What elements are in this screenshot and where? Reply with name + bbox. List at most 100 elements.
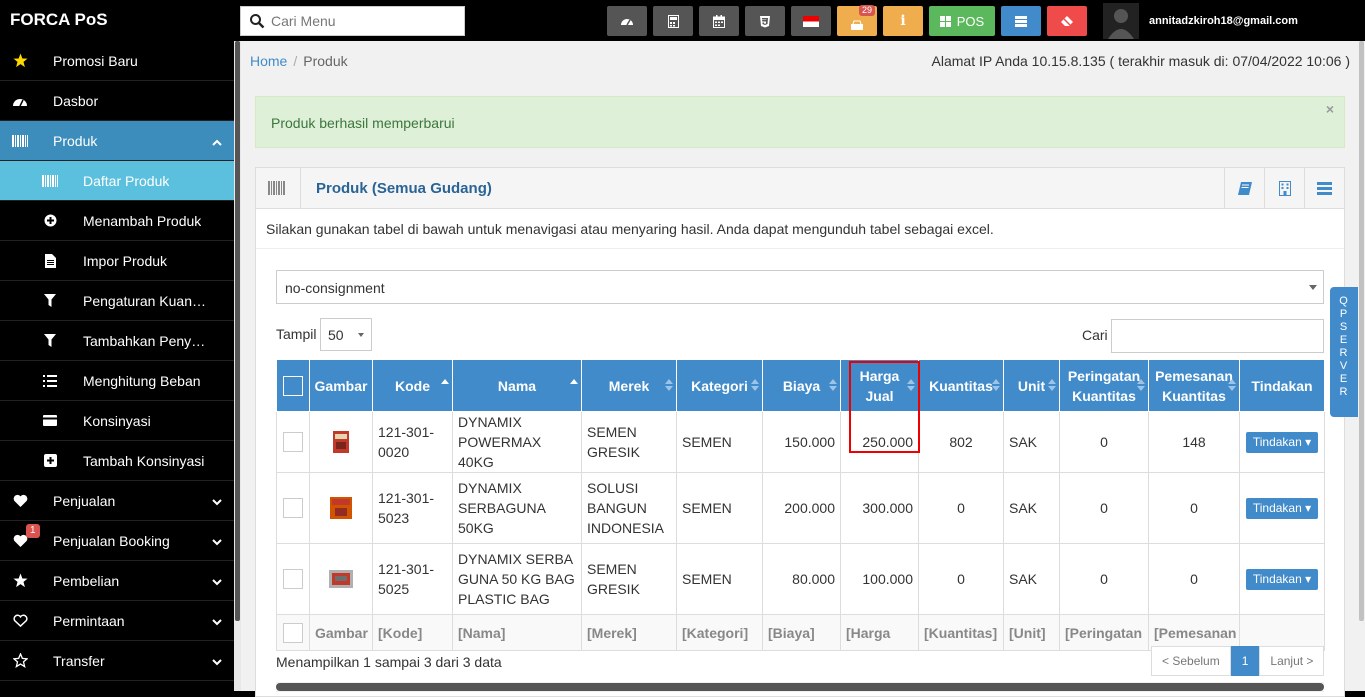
filter-unit[interactable]: [Unit] xyxy=(1003,614,1060,651)
list-button[interactable] xyxy=(1001,6,1041,36)
page-scrollbar-thumb[interactable] xyxy=(1359,41,1364,621)
col-nama-label: Nama xyxy=(497,377,537,394)
sidebar-item-pembelian[interactable]: Pembelian xyxy=(0,561,234,601)
col-kategori[interactable]: Kategori xyxy=(676,359,763,412)
book-icon xyxy=(1237,181,1252,195)
export-building-button[interactable] xyxy=(1264,168,1304,208)
sidebar-item-promosi[interactable]: Promosi Baru xyxy=(0,41,234,81)
select-all-checkbox[interactable] xyxy=(283,375,303,396)
col-tindakan: Tindakan xyxy=(1239,359,1325,412)
filter-kode[interactable]: [Kode] xyxy=(372,614,453,651)
sidebar-item-penjualan[interactable]: Penjualan xyxy=(0,481,234,521)
filter-kuantitas[interactable]: [Kuantitas] xyxy=(918,614,1004,651)
col-unit[interactable]: Unit xyxy=(1003,359,1060,412)
table-search-input[interactable] xyxy=(1111,319,1324,353)
col-biaya[interactable]: Biaya xyxy=(762,359,841,412)
col-kode[interactable]: Kode xyxy=(372,359,453,412)
sidebar-scrollbar-thumb[interactable] xyxy=(235,41,240,621)
qp-server-tab[interactable]: QP SERVER xyxy=(1330,287,1358,417)
cell-merek: SEMEN GRESIK xyxy=(581,543,677,615)
filter-kategori[interactable]: [Kategori] xyxy=(676,614,763,651)
filter-merek[interactable]: [Merek] xyxy=(581,614,677,651)
page-length-select[interactable]: 50 xyxy=(320,318,372,351)
calendar-icon xyxy=(713,14,725,28)
sidebar-item-pengaturan-kuantitas[interactable]: Pengaturan Kuantitas xyxy=(0,281,234,321)
tindakan-dropdown-button[interactable]: Tindakan ▾ xyxy=(1245,432,1319,453)
sidebar-item-produk[interactable]: Produk xyxy=(0,121,234,161)
page-1-button[interactable]: 1 xyxy=(1230,646,1260,676)
row-checkbox[interactable] xyxy=(283,432,303,452)
prev-page-button[interactable]: < Sebelum xyxy=(1151,646,1231,676)
sidebar-item-menghitung-beban[interactable]: Menghitung Beban xyxy=(0,361,234,401)
sidebar-item-penjualan-booking[interactable]: 1 Penjualan Booking xyxy=(0,521,234,561)
menu-search-input[interactable] xyxy=(271,7,461,35)
sidebar-item-tambahkan-penyesuaian[interactable]: Tambahkan Penyesuaian xyxy=(0,321,234,361)
sort-asc-icon xyxy=(441,379,449,384)
col-nama[interactable]: Nama xyxy=(452,359,582,412)
cell-peringatan: 0 xyxy=(1059,411,1149,473)
sidebar-item-tambah-konsinyasi[interactable]: Tambah Konsinyasi xyxy=(0,441,234,481)
calculator-button[interactable] xyxy=(653,6,693,36)
cell-nama: DYNAMIX POWERMAX 40KG xyxy=(452,411,582,473)
barcode-icon xyxy=(268,181,285,195)
col-kategori-label: Kategori xyxy=(691,377,748,394)
eraser-button[interactable] xyxy=(1047,6,1087,36)
user-menu[interactable]: annitadzkiroh18@gmail.com xyxy=(1103,3,1298,39)
filter-harga[interactable]: [Harga xyxy=(840,614,919,651)
product-image[interactable] xyxy=(327,494,355,522)
close-icon[interactable]: × xyxy=(1326,101,1334,117)
pos-button[interactable]: POS xyxy=(929,6,995,36)
sidebar-item-permintaan[interactable]: Permintaan xyxy=(0,601,234,641)
col-biaya-label: Biaya xyxy=(782,377,821,394)
sidebar-item-menambah-produk[interactable]: Menambah Produk xyxy=(0,201,234,241)
product-image[interactable] xyxy=(327,428,355,456)
css3-button[interactable] xyxy=(745,6,785,36)
row-checkbox[interactable] xyxy=(283,498,303,518)
col-pemesanan[interactable]: Pemesanan Kuantitas xyxy=(1148,359,1240,412)
next-page-button[interactable]: Lanjut > xyxy=(1259,646,1325,676)
top-bar: FORCA PoS 29 i POS annitadzkiroh18@gmail… xyxy=(0,0,1365,41)
filter-nama[interactable]: [Nama] xyxy=(452,614,582,651)
row-checkbox[interactable] xyxy=(283,569,303,589)
breadcrumb-home-link[interactable]: Home xyxy=(250,53,287,69)
filter-peringatan[interactable]: [Peringatan xyxy=(1059,614,1149,651)
export-list-button[interactable] xyxy=(1304,168,1344,208)
cell-biaya: 200.000 xyxy=(762,472,841,544)
brand-logo[interactable]: FORCA PoS xyxy=(10,10,108,30)
cell-peringatan: 0 xyxy=(1059,543,1149,615)
table-row: 121-301-5025 DYNAMIX SERBA GUNA 50 KG BA… xyxy=(276,543,1325,615)
building-icon xyxy=(1278,180,1291,196)
sort-icon xyxy=(751,379,759,391)
cell-kategori: SEMEN xyxy=(676,411,763,473)
col-kuantitas[interactable]: Kuantitas xyxy=(918,359,1004,412)
plus-square-icon xyxy=(42,453,58,469)
col-pemesanan-label: Pemesanan Kuantitas xyxy=(1155,367,1233,404)
tindakan-label: Tindakan xyxy=(1252,435,1302,449)
pagination: < Sebelum 1 Lanjut > xyxy=(1151,646,1325,676)
sidebar-item-transfer[interactable]: Transfer xyxy=(0,641,234,681)
tindakan-label: Tindakan xyxy=(1252,572,1302,586)
tindakan-dropdown-button[interactable]: Tindakan ▾ xyxy=(1245,498,1319,519)
notification-button[interactable]: 29 xyxy=(837,5,877,36)
sidebar-item-konsinyasi[interactable]: Konsinyasi xyxy=(0,401,234,441)
calendar-button[interactable] xyxy=(699,6,739,36)
tindakan-dropdown-button[interactable]: Tindakan ▾ xyxy=(1245,569,1319,590)
language-flag-button[interactable] xyxy=(791,6,831,36)
sidebar-item-dasbor[interactable]: Dasbor xyxy=(0,81,234,121)
filter-biaya[interactable]: [Biaya] xyxy=(762,614,841,651)
col-peringatan[interactable]: Peringatan Kuantitas xyxy=(1059,359,1149,412)
dashboard-button[interactable] xyxy=(607,6,647,36)
product-image[interactable] xyxy=(327,565,355,593)
info-button[interactable]: i xyxy=(883,6,923,36)
sidebar-item-daftar-produk[interactable]: Daftar Produk xyxy=(0,161,234,201)
col-merek[interactable]: Merek xyxy=(581,359,677,412)
css3-icon xyxy=(760,15,770,27)
export-book-button[interactable] xyxy=(1224,168,1264,208)
consignment-filter-select[interactable]: no-consignment xyxy=(276,270,1324,304)
table-scrollbar-thumb[interactable] xyxy=(276,683,1324,691)
sidebar-item-label: Tambahkan Penyesuaian xyxy=(83,332,208,349)
caret-down-icon: ▾ xyxy=(1305,501,1312,515)
sort-asc-icon xyxy=(570,379,578,384)
sidebar-item-impor-produk[interactable]: Impor Produk xyxy=(0,241,234,281)
footer-checkbox[interactable] xyxy=(283,622,303,643)
